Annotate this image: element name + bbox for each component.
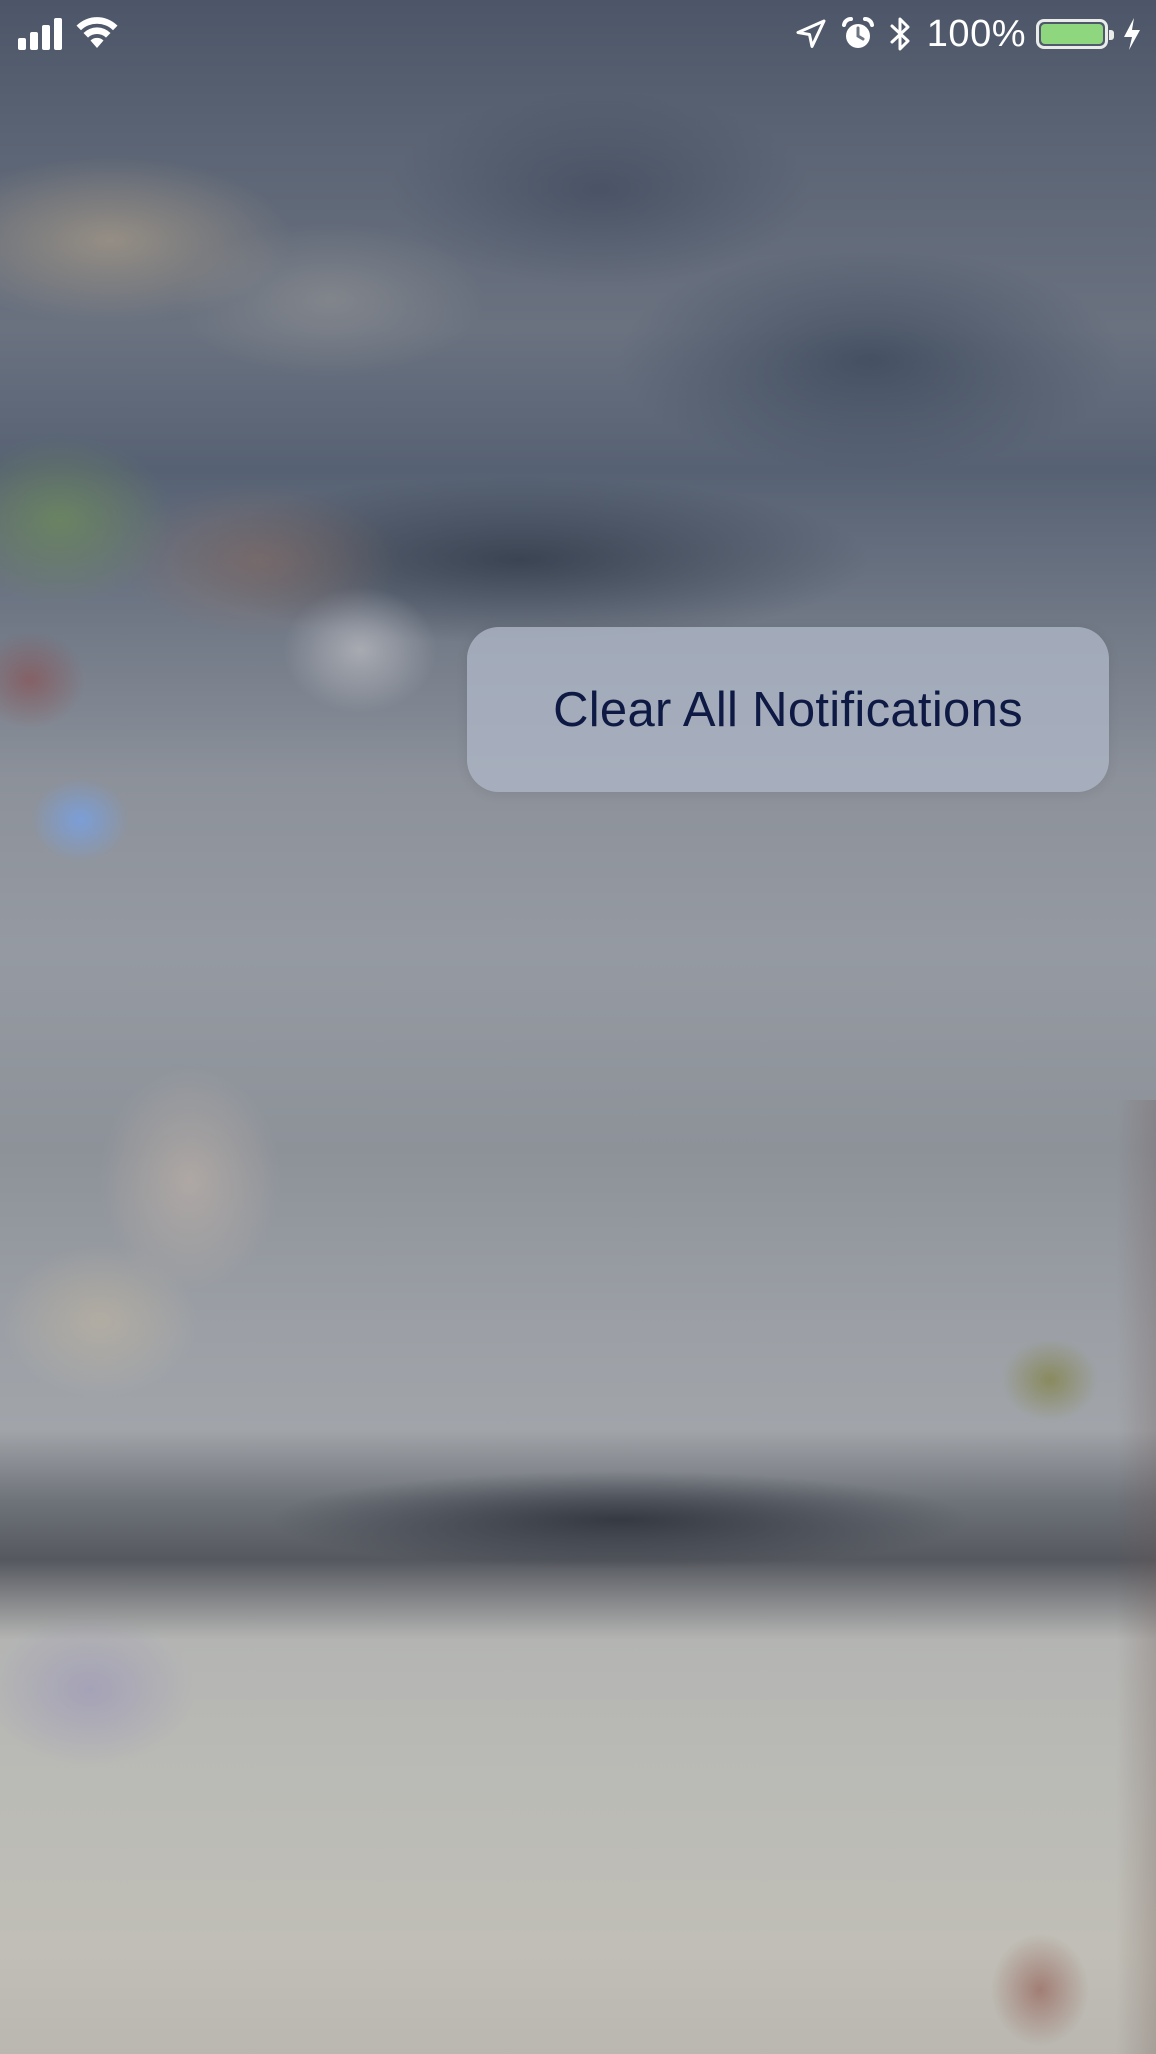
- cellular-signal-icon: [18, 18, 62, 50]
- alarm-clock-icon: [841, 17, 874, 48]
- battery-percentage: 100%: [926, 12, 1026, 55]
- charging-bolt-icon: [1124, 18, 1140, 50]
- wallpaper-edge: [1116, 1100, 1156, 2054]
- battery-icon: [1036, 19, 1114, 49]
- bluetooth-icon: [890, 17, 910, 51]
- status-bar-right: 100%: [795, 12, 1142, 56]
- battery-fill: [1041, 24, 1103, 44]
- clear-all-notifications-label: Clear All Notifications: [553, 682, 1023, 737]
- status-bar: 100%: [0, 0, 1156, 70]
- clear-all-notifications-button[interactable]: Clear All Notifications: [467, 627, 1109, 792]
- location-arrow-icon: [796, 19, 826, 48]
- blurred-wallpaper: [0, 0, 1156, 2054]
- status-bar-left: [18, 16, 120, 50]
- wifi-icon: [76, 17, 118, 48]
- lock-screen: 100% Clear All Notifications: [0, 0, 1156, 2054]
- battery-cap: [1109, 30, 1114, 40]
